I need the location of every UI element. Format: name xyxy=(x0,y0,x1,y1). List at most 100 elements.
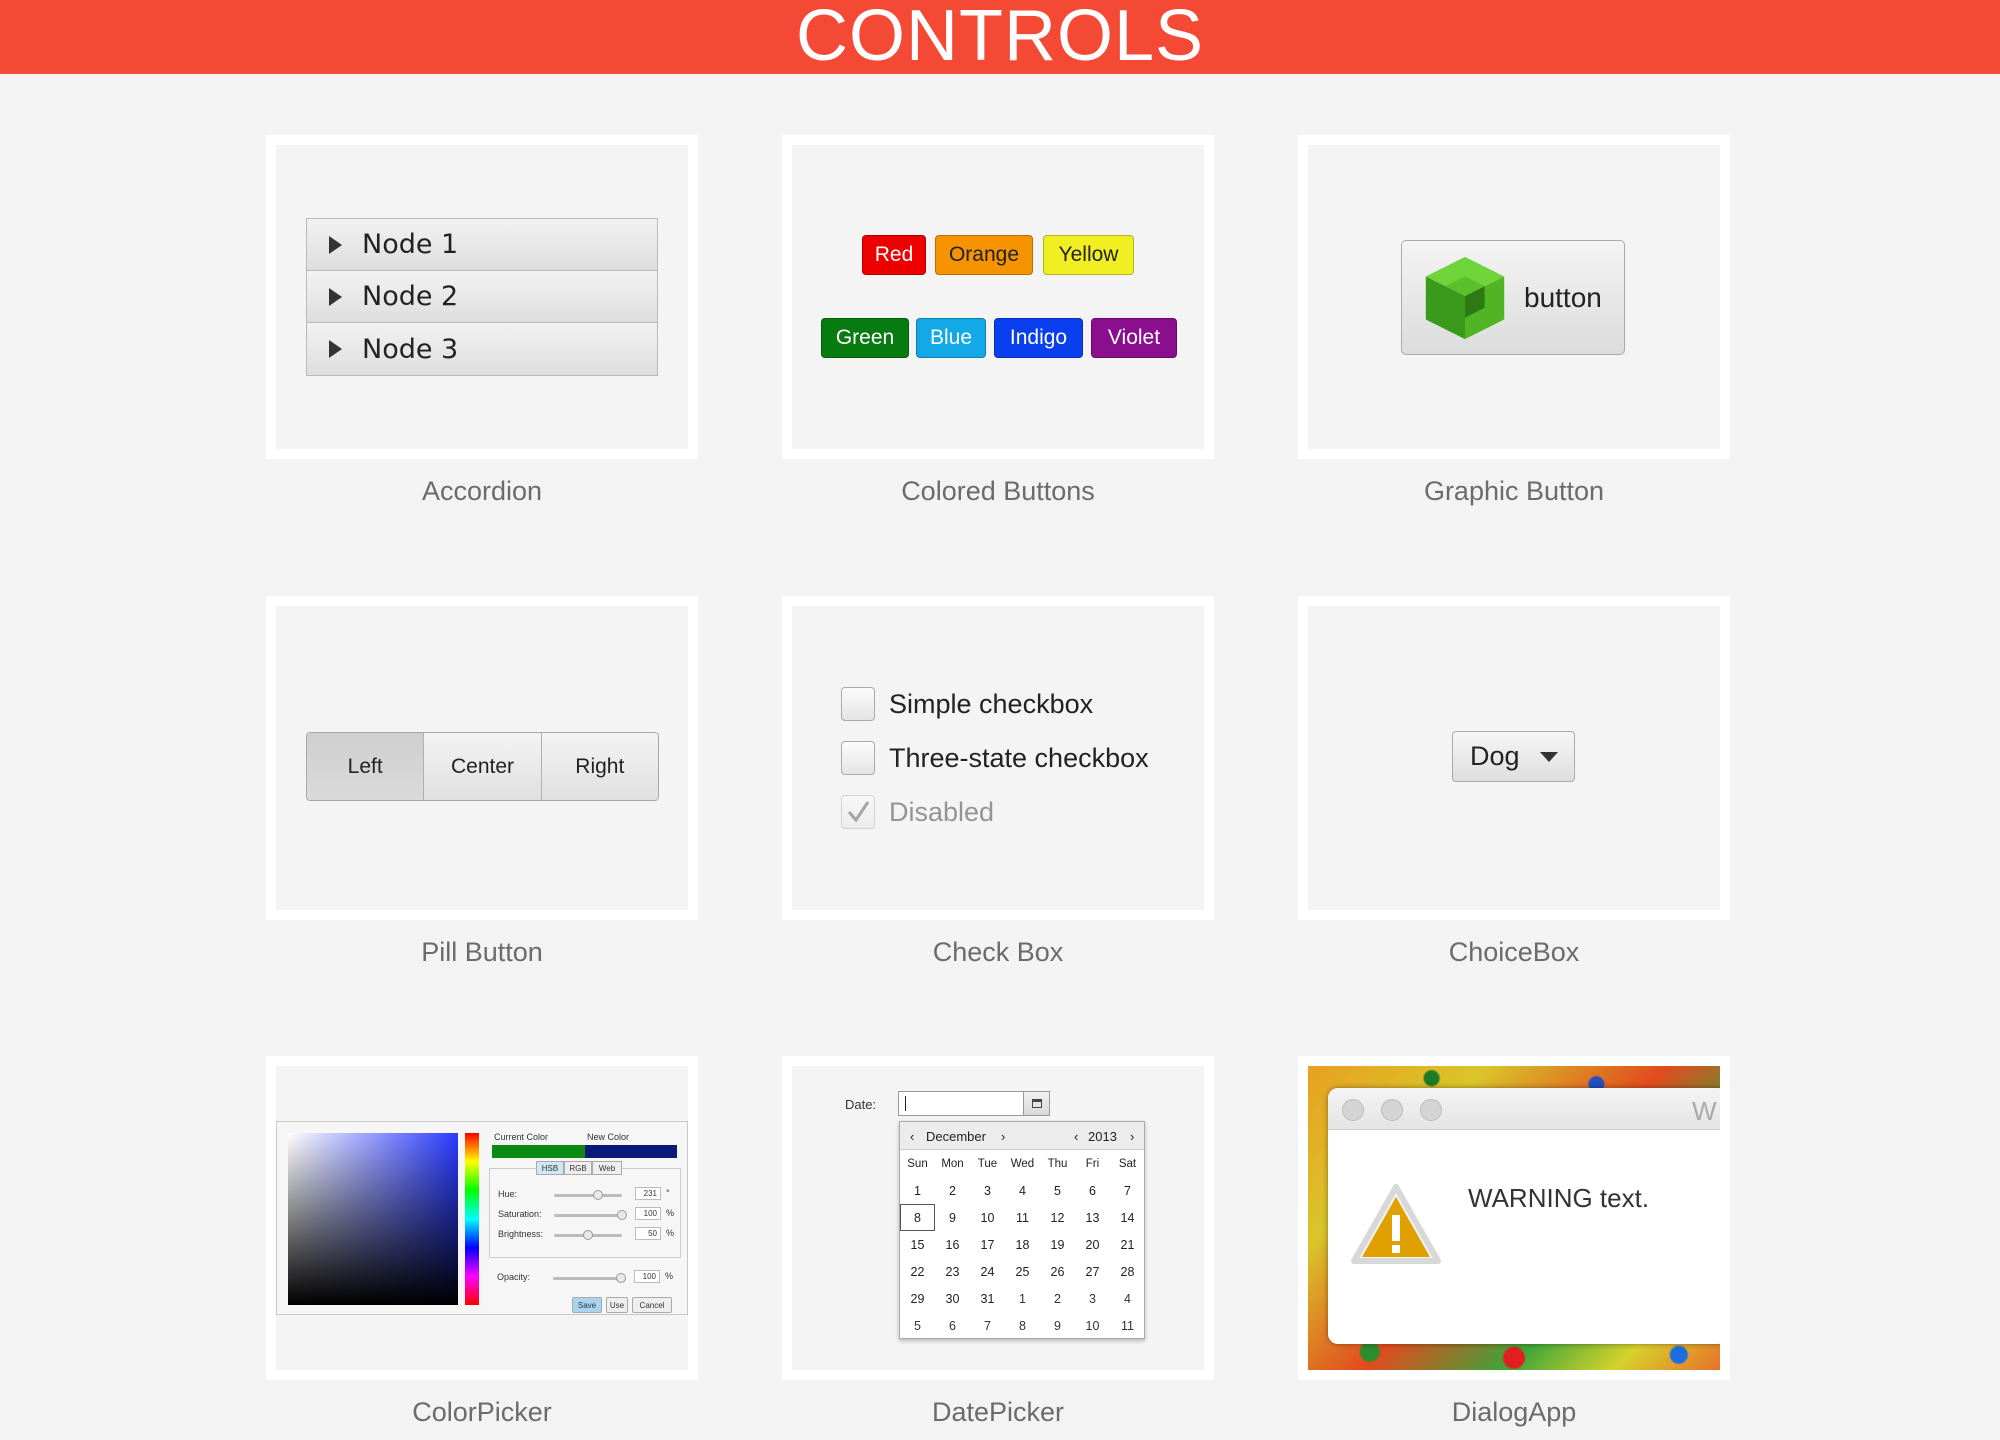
tab-hsb[interactable]: HSB xyxy=(536,1161,564,1175)
tile-check-box[interactable]: Simple checkbox Three-state checkbox Dis… xyxy=(782,596,1214,920)
slider-knob[interactable] xyxy=(592,1190,603,1200)
hue-bar[interactable] xyxy=(465,1133,479,1305)
tile-caption-choice-box[interactable]: ChoiceBox xyxy=(1298,937,1730,968)
calendar-day[interactable]: 30 xyxy=(935,1285,970,1312)
calendar-day[interactable]: 22 xyxy=(900,1258,935,1285)
next-year-icon[interactable]: › xyxy=(1130,1129,1134,1144)
indigo-button[interactable]: Indigo xyxy=(994,318,1083,358)
pill-right-button[interactable]: Right xyxy=(541,733,658,800)
cancel-button[interactable]: Cancel xyxy=(632,1297,672,1313)
calendar-day[interactable]: 28 xyxy=(1110,1258,1145,1285)
tab-web[interactable]: Web xyxy=(592,1161,622,1175)
red-button[interactable]: Red xyxy=(862,235,926,275)
tile-graphic-button[interactable]: button xyxy=(1298,135,1730,459)
accordion-node[interactable]: Node 2 xyxy=(307,271,657,323)
tile-caption-graphic-button[interactable]: Graphic Button xyxy=(1298,476,1730,507)
minimize-window-icon[interactable] xyxy=(1381,1099,1403,1121)
calendar-day[interactable]: 8 xyxy=(900,1204,935,1231)
tile-accordion[interactable]: Node 1 Node 2 Node 3 xyxy=(266,135,698,459)
calendar-day[interactable]: 24 xyxy=(970,1258,1005,1285)
calendar-day[interactable]: 15 xyxy=(900,1231,935,1258)
prev-month-icon[interactable]: ‹ xyxy=(910,1129,914,1144)
calendar-day[interactable]: 9 xyxy=(935,1204,970,1231)
simple-checkbox[interactable]: Simple checkbox xyxy=(841,687,1093,721)
calendar-day[interactable]: 10 xyxy=(1075,1312,1110,1339)
calendar-day[interactable]: 31 xyxy=(970,1285,1005,1312)
saturation-input[interactable]: 100 xyxy=(635,1207,661,1220)
tile-caption-accordion[interactable]: Accordion xyxy=(266,476,698,507)
calendar-day[interactable]: 9 xyxy=(1040,1312,1075,1339)
graphic-button[interactable]: button xyxy=(1401,240,1625,355)
tile-dialog-app[interactable]: W WARNING text. xyxy=(1298,1056,1730,1380)
calendar-day[interactable]: 6 xyxy=(1075,1177,1110,1204)
tile-pill-button[interactable]: Left Center Right xyxy=(266,596,698,920)
calendar-day[interactable]: 5 xyxy=(900,1312,935,1339)
calendar-day[interactable]: 14 xyxy=(1110,1204,1145,1231)
calendar-day[interactable]: 26 xyxy=(1040,1258,1075,1285)
calendar-day[interactable]: 1 xyxy=(1005,1285,1040,1312)
calendar-button[interactable] xyxy=(1023,1092,1049,1115)
calendar-day[interactable]: 23 xyxy=(935,1258,970,1285)
green-button[interactable]: Green xyxy=(821,318,909,358)
calendar-day[interactable]: 4 xyxy=(1005,1177,1040,1204)
calendar-day[interactable]: 29 xyxy=(900,1285,935,1312)
blue-button[interactable]: Blue xyxy=(916,318,986,358)
calendar-day[interactable]: 27 xyxy=(1075,1258,1110,1285)
three-state-checkbox[interactable]: Three-state checkbox xyxy=(841,741,1149,775)
close-window-icon[interactable] xyxy=(1342,1099,1364,1121)
calendar-day[interactable]: 11 xyxy=(1110,1312,1145,1339)
tab-rgb[interactable]: RGB xyxy=(564,1161,592,1175)
calendar-day[interactable]: 17 xyxy=(970,1231,1005,1258)
brightness-slider[interactable] xyxy=(554,1230,622,1240)
tile-choice-box[interactable]: Dog xyxy=(1298,596,1730,920)
slider-knob[interactable] xyxy=(617,1210,627,1220)
tile-caption-colored-buttons[interactable]: Colored Buttons xyxy=(782,476,1214,507)
next-month-icon[interactable]: › xyxy=(1001,1129,1005,1144)
calendar-day[interactable]: 6 xyxy=(935,1312,970,1339)
calendar-day[interactable]: 8 xyxy=(1005,1312,1040,1339)
opacity-slider[interactable] xyxy=(553,1273,626,1283)
tile-colored-buttons[interactable]: Red Orange Yellow Green Blue Indigo Viol… xyxy=(782,135,1214,459)
slider-knob[interactable] xyxy=(583,1230,593,1240)
calendar-day[interactable]: 18 xyxy=(1005,1231,1040,1258)
calendar-day[interactable]: 3 xyxy=(1075,1285,1110,1312)
tile-caption-date-picker[interactable]: DatePicker xyxy=(782,1397,1214,1428)
calendar-day[interactable]: 5 xyxy=(1040,1177,1075,1204)
tile-caption-dialog-app[interactable]: DialogApp xyxy=(1298,1397,1730,1428)
prev-year-icon[interactable]: ‹ xyxy=(1074,1129,1078,1144)
calendar-day[interactable]: 2 xyxy=(1040,1285,1075,1312)
slider-knob[interactable] xyxy=(616,1273,626,1283)
calendar-day[interactable]: 7 xyxy=(1110,1177,1145,1204)
tile-date-picker[interactable]: Date: ‹ December › ‹ 2013 › Sun Mon Tue Wed… xyxy=(782,1056,1214,1380)
calendar-day[interactable]: 16 xyxy=(935,1231,970,1258)
use-button[interactable]: Use xyxy=(606,1297,628,1313)
hue-input[interactable]: 231 xyxy=(635,1187,661,1200)
accordion-node[interactable]: Node 1 xyxy=(307,219,657,271)
calendar-day[interactable]: 13 xyxy=(1075,1204,1110,1231)
tile-color-picker[interactable]: Current Color New Color HSB RGB Web Hue:… xyxy=(266,1056,698,1380)
checkbox-box[interactable] xyxy=(841,687,875,721)
calendar-day[interactable]: 1 xyxy=(900,1177,935,1204)
calendar-day[interactable]: 11 xyxy=(1005,1204,1040,1231)
tile-caption-check-box[interactable]: Check Box xyxy=(782,937,1214,968)
calendar-day[interactable]: 20 xyxy=(1075,1231,1110,1258)
calendar-day[interactable]: 2 xyxy=(935,1177,970,1204)
violet-button[interactable]: Violet xyxy=(1091,318,1177,358)
calendar-day[interactable]: 10 xyxy=(970,1204,1005,1231)
calendar-day[interactable]: 21 xyxy=(1110,1231,1145,1258)
calendar-day[interactable]: 7 xyxy=(970,1312,1005,1339)
save-button[interactable]: Save xyxy=(572,1297,602,1313)
maximize-window-icon[interactable] xyxy=(1420,1099,1442,1121)
pill-left-button[interactable]: Left xyxy=(307,733,425,800)
choice-box[interactable]: Dog xyxy=(1452,731,1575,782)
accordion-node[interactable]: Node 3 xyxy=(307,323,657,375)
brightness-input[interactable]: 50 xyxy=(635,1227,661,1240)
date-input[interactable] xyxy=(898,1091,1050,1116)
pill-center-button[interactable]: Center xyxy=(424,733,542,800)
orange-button[interactable]: Orange xyxy=(935,235,1033,275)
yellow-button[interactable]: Yellow xyxy=(1043,235,1134,275)
calendar-day[interactable]: 12 xyxy=(1040,1204,1075,1231)
tile-caption-pill-button[interactable]: Pill Button xyxy=(266,937,698,968)
opacity-input[interactable]: 100 xyxy=(634,1270,660,1283)
color-saturation-square[interactable] xyxy=(288,1133,458,1305)
